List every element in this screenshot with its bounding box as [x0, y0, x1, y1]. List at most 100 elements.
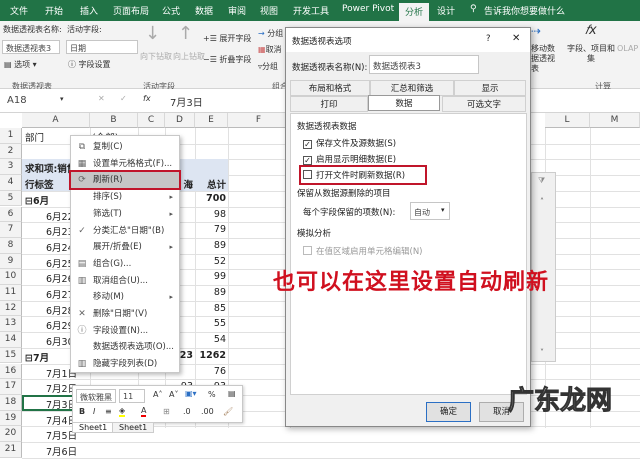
row-header[interactable]: 14: [0, 332, 22, 348]
column-header[interactable]: A: [22, 113, 90, 128]
context-menu-item[interactable]: ▥ 取消组合(U)...: [71, 273, 179, 289]
tab-analyze[interactable]: 分析: [399, 3, 430, 21]
row-header[interactable]: 4: [0, 175, 22, 191]
options-button[interactable]: ▤ 选项 ▾: [4, 59, 37, 70]
tab-formulas[interactable]: 公式: [162, 4, 180, 17]
scroll-down-icon[interactable]: ˅: [540, 348, 544, 357]
formula-input[interactable]: 7月3日: [170, 94, 203, 109]
fill-color-icon[interactable]: ◈: [119, 406, 126, 417]
option-refresh-on-open[interactable]: 打开文件时刷新数据(R): [298, 165, 428, 185]
tab-display[interactable]: 显示: [454, 80, 526, 96]
row-header[interactable]: 19: [0, 410, 22, 427]
cell-e[interactable]: 1262: [195, 350, 228, 361]
row-header[interactable]: 18: [0, 394, 22, 411]
column-header[interactable]: M: [590, 113, 640, 128]
cell-e[interactable]: 54: [195, 334, 228, 345]
cell-e[interactable]: 98: [195, 209, 228, 220]
format-icon[interactable]: ▤: [228, 389, 236, 398]
cell-e[interactable]: 99: [195, 271, 228, 282]
tab-home[interactable]: 开始: [45, 4, 63, 17]
close-button[interactable]: ✕: [512, 33, 520, 44]
column-header[interactable]: E: [195, 113, 228, 128]
tab-totals-filters[interactable]: 汇总和筛选: [370, 80, 454, 96]
increase-decimal-icon[interactable]: .0: [183, 407, 191, 416]
context-menu-item[interactable]: ▥ 隐藏字段列表(D): [71, 356, 179, 372]
cell-e[interactable]: 89: [195, 240, 228, 251]
context-menu-item[interactable]: ✓ 分类汇总"日期"(B): [71, 223, 179, 239]
context-menu-item[interactable]: 筛选(T) ▸: [71, 206, 179, 222]
column-header[interactable]: F: [228, 113, 290, 128]
scroll-up-icon[interactable]: ˄: [540, 197, 544, 206]
help-button[interactable]: ?: [486, 34, 491, 44]
option-save-source-data[interactable]: ✓ 保存文件及源数据(S): [303, 137, 396, 149]
cancel-icon[interactable]: ✕: [98, 94, 105, 103]
insert-function-icon[interactable]: fx: [143, 94, 151, 103]
column-header[interactable]: L: [545, 113, 590, 128]
cell-e[interactable]: 总计: [195, 177, 228, 191]
percent-button[interactable]: %: [208, 390, 216, 399]
format-painter-icon[interactable]: 🖌: [223, 407, 233, 416]
active-field-input[interactable]: 日期: [66, 40, 138, 54]
cell-e[interactable]: 79: [195, 224, 228, 235]
expand-field-button[interactable]: +☰ 展开字段: [203, 33, 251, 44]
tab-alt-text[interactable]: 可选文字: [442, 96, 526, 112]
tab-power-pivot[interactable]: Power Pivot: [342, 4, 394, 14]
tab-insert[interactable]: 插入: [80, 4, 98, 17]
tab-developer[interactable]: 开发工具: [293, 4, 329, 17]
group-field-button[interactable]: ▿分组: [258, 61, 278, 72]
option-enable-show-details[interactable]: ✓ 启用显示明细数据(E): [303, 153, 396, 165]
enter-icon[interactable]: ✓: [120, 94, 127, 103]
font-size-select[interactable]: 11: [119, 389, 145, 403]
olap-tools-button[interactable]: OLAP: [617, 44, 638, 53]
tab-printing[interactable]: 打印: [290, 96, 368, 112]
row-header[interactable]: 21: [0, 442, 22, 458]
cell-e[interactable]: 700: [195, 193, 228, 204]
column-header[interactable]: C: [138, 113, 165, 128]
checkbox-unchecked[interactable]: [303, 170, 312, 179]
sheet-tab-1[interactable]: Sheet1: [72, 422, 115, 433]
cell-e[interactable]: 55: [195, 318, 228, 329]
ungroup-button[interactable]: ▦取消: [258, 44, 282, 55]
context-menu-item[interactable]: ▦ 设置单元格格式(F)...: [71, 156, 179, 172]
number-format-icon[interactable]: ▣▾: [185, 389, 197, 398]
font-name-select[interactable]: 微软雅黑: [76, 389, 116, 403]
name-box-dropdown-icon[interactable]: ▾: [60, 95, 64, 103]
italic-button[interactable]: I: [93, 407, 95, 416]
borders-icon[interactable]: ⊞: [163, 407, 170, 416]
context-menu-item[interactable]: ⧉ 复制(C): [71, 139, 179, 155]
row-header[interactable]: 8: [0, 237, 22, 254]
tab-page-layout[interactable]: 页面布局: [113, 4, 149, 17]
tab-design[interactable]: 设计: [437, 4, 455, 17]
cell-e[interactable]: 76: [195, 366, 228, 377]
column-header[interactable]: B: [90, 113, 138, 128]
font-color-icon[interactable]: A: [141, 406, 147, 417]
row-header[interactable]: 5: [0, 190, 22, 207]
move-pivottable-button[interactable]: 移动数据透视表: [531, 44, 561, 74]
tab-data[interactable]: 数据: [368, 95, 440, 111]
context-menu-item[interactable]: ✕ 删除"日期"(V): [71, 306, 179, 322]
row-header[interactable]: 16: [0, 363, 22, 380]
context-menu-item[interactable]: ▤ 组合(G)...: [71, 256, 179, 272]
context-menu-item[interactable]: 数据透视表选项(O)...: [71, 339, 179, 355]
drill-up-button[interactable]: 向上钻取: [173, 51, 205, 62]
row-header[interactable]: 12: [0, 300, 22, 317]
sheet-tab-2[interactable]: Sheet1: [112, 422, 155, 433]
bold-button[interactable]: B: [79, 407, 85, 416]
increase-font-icon[interactable]: A˄: [153, 390, 162, 399]
row-header[interactable]: 9: [0, 253, 22, 270]
drill-down-button[interactable]: 向下钻取: [140, 51, 172, 62]
row-header[interactable]: 20: [0, 426, 22, 442]
cell-e[interactable]: 89: [195, 287, 228, 298]
cell-e[interactable]: 52: [195, 256, 228, 267]
tab-layout-format[interactable]: 布局和格式: [290, 80, 370, 96]
tab-review[interactable]: 审阅: [228, 4, 246, 17]
checkbox-disabled[interactable]: [303, 246, 312, 255]
ok-button[interactable]: 确定: [426, 402, 471, 422]
row-header[interactable]: 3: [0, 159, 22, 176]
tab-data[interactable]: 数据: [195, 4, 213, 17]
cell-a[interactable]: 7月6日: [22, 444, 90, 458]
collapse-field-button[interactable]: −☰ 折叠字段: [203, 54, 251, 65]
checkbox-checked[interactable]: ✓: [303, 156, 312, 165]
tab-view[interactable]: 视图: [260, 4, 278, 17]
chevron-down-icon[interactable]: ▾: [441, 206, 445, 214]
